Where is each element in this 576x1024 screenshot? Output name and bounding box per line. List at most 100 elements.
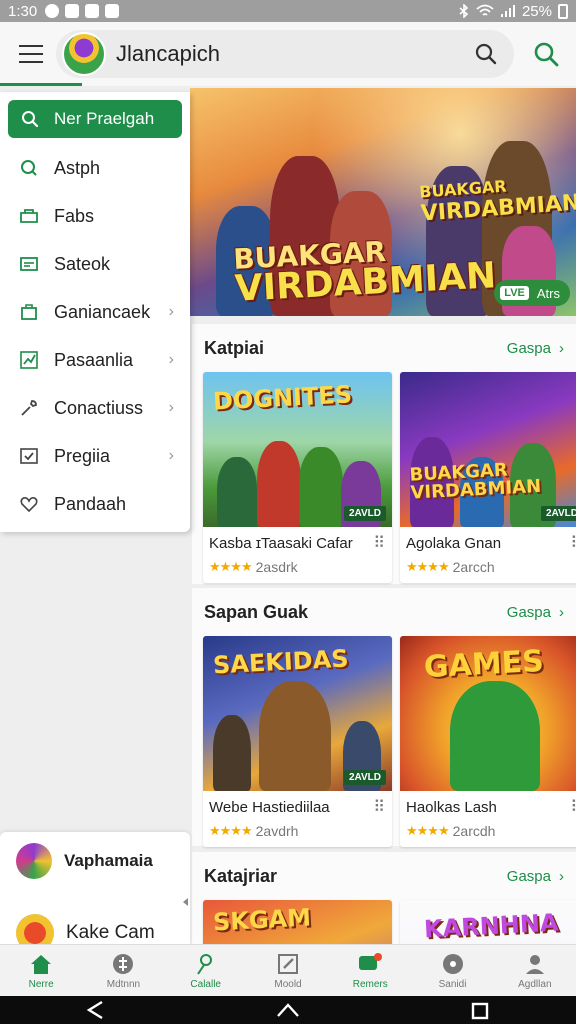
hamburger-line <box>19 45 43 47</box>
see-more-link[interactable]: Gaspa › <box>507 604 564 621</box>
star-rating-icon: ★★★★ <box>209 823 253 838</box>
game-card[interactable]: SAEKIDAS 2AVLD Webe Hastiediilaa ⠿ ★★★★ … <box>203 636 392 847</box>
live-badge[interactable]: LVE Atrs <box>494 280 570 306</box>
drawer-search-button[interactable]: Ner Praelgah <box>8 100 182 138</box>
chevron-right-icon: › <box>168 303 174 320</box>
drawer-item[interactable]: Astph <box>0 144 190 192</box>
game-artwork: SAEKIDAS 2AVLD <box>203 636 392 791</box>
main-content: BUAKGAR VIRDABMIAN BUAKGAR VIRDABMIAN LV… <box>190 88 576 944</box>
see-more-label: Gaspa <box>506 603 551 621</box>
bottom-navigation: Nerre Mdtnnn Calalle Moold Remers Sanidi… <box>0 944 576 996</box>
game-name: Haolkas Lash <box>406 798 497 816</box>
art-figure <box>257 441 301 527</box>
chevron-right-icon: › <box>559 603 564 621</box>
scroll-left-icon[interactable] <box>183 898 188 906</box>
chat-icon <box>357 951 383 977</box>
battery-percent: 25% <box>521 2 552 20</box>
game-card[interactable]: BUAKGAR VIRDABMIAN 2AVLD Agolaka Gnan ⠿ … <box>400 372 576 583</box>
profile-secondary-name: Kake Cam <box>66 922 155 943</box>
game-name: Agolaka Gnan <box>406 534 502 552</box>
profile-name: Vaphamaia <box>64 851 153 870</box>
drawer-item-label: Pregiia <box>54 445 111 466</box>
card-name-row: Agolaka Gnan ⠿ <box>406 533 576 553</box>
game-card[interactable]: GAMES Haolkas Lash ⠿ ★★★★ 2arcdh <box>400 636 576 847</box>
chevron-right-icon: › <box>168 447 174 464</box>
message-icon <box>85 4 100 18</box>
art-title: GAMES <box>423 643 545 686</box>
folder-icon <box>18 205 40 227</box>
chart-icon <box>18 349 40 371</box>
more-options-icon[interactable]: ⠿ <box>373 533 386 553</box>
drawer-item[interactable]: Conactiuss › <box>0 384 190 432</box>
app-search-bar[interactable]: Jlancapich <box>56 30 514 78</box>
tool-icon <box>18 397 40 419</box>
game-name: Kasba ɪTaasaki Cafar <box>209 534 353 552</box>
more-options-icon[interactable]: ⠿ <box>570 533 576 553</box>
nav-compass[interactable]: Mdtnnn <box>82 945 164 996</box>
recents-icon[interactable] <box>466 999 494 1021</box>
section-header: Sapan Guak Gaspa › <box>192 588 576 636</box>
nav-label: Nerre <box>28 979 54 990</box>
featured-banner[interactable]: BUAKGAR VIRDABMIAN BUAKGAR VIRDABMIAN LV… <box>190 88 576 316</box>
see-more-link[interactable]: Gaspa › <box>507 868 564 885</box>
art-figure <box>450 681 540 791</box>
drawer-item[interactable]: Pandaah <box>0 480 190 528</box>
nav-account[interactable]: Agdllan <box>494 945 576 996</box>
card-row: SAEKIDAS 2AVLD Webe Hastiediilaa ⠿ ★★★★ … <box>192 636 576 847</box>
chevron-right-icon: › <box>168 351 174 368</box>
see-more-link[interactable]: Gaspa › <box>507 340 564 357</box>
chevron-right-icon: › <box>559 339 564 357</box>
back-icon[interactable] <box>82 999 110 1021</box>
nav-edit[interactable]: Moold <box>247 945 329 996</box>
bluetooth-icon <box>459 4 469 18</box>
search-button-icon[interactable] <box>530 38 562 70</box>
nav-person[interactable]: Calalle <box>165 945 247 996</box>
drawer-item[interactable]: Sateok <box>0 240 190 288</box>
drawer-item[interactable]: Fabs <box>0 192 190 240</box>
nav-label: Remers <box>352 979 388 990</box>
search-icon[interactable] <box>472 40 500 68</box>
app-bar: Jlancapich <box>0 22 576 86</box>
nav-home[interactable]: Nerre <box>0 945 82 996</box>
rating-row: ★★★★ 2arcch <box>406 559 576 575</box>
rating-text: 2avdrh <box>255 823 299 839</box>
nav-circle[interactable]: Sanidi <box>411 945 493 996</box>
art-badge: 2AVLD <box>540 506 576 521</box>
game-card[interactable]: KARNHNA <box>400 900 576 944</box>
art-title: DOGNITES <box>212 380 353 416</box>
rating-text: 2arcdh <box>452 823 496 839</box>
menu-underline <box>0 83 82 86</box>
home-button-icon[interactable] <box>274 999 302 1021</box>
nav-label: Agdllan <box>518 979 552 990</box>
wifi-icon <box>476 4 494 16</box>
drawer-item[interactable]: Ganiancaek › <box>0 288 190 336</box>
more-options-icon[interactable]: ⠿ <box>570 797 576 817</box>
profile-card[interactable]: Vaphamaia Kake Cam <box>0 832 190 944</box>
art-figure <box>259 681 331 791</box>
art-figure <box>213 715 251 791</box>
more-options-icon[interactable]: ⠿ <box>373 797 386 817</box>
nav-chat[interactable]: Remers <box>329 945 411 996</box>
see-more-label: Gaspa <box>506 867 551 885</box>
account-icon <box>522 951 548 977</box>
edit-icon <box>275 951 301 977</box>
live-text: Atrs <box>536 285 560 301</box>
system-navigation <box>0 996 576 1024</box>
game-card[interactable]: SKGAM <box>203 900 392 944</box>
drawer-item[interactable]: Pasaanlia › <box>0 336 190 384</box>
game-card[interactable]: DOGNITES 2AVLD Kasba ɪTaasaki Cafar ⠿ ★★… <box>203 372 392 583</box>
lock-icon <box>105 4 120 18</box>
section-title: Katpiai <box>204 337 265 358</box>
banner-logo: BUAKGAR VIRDABMIAN <box>233 231 498 310</box>
rating-row: ★★★★ 2avdrh <box>209 823 386 839</box>
search-icon <box>18 157 40 179</box>
section-header: Katpiai Gaspa › <box>192 324 576 372</box>
drawer-item-label: Pasaanlia <box>54 349 134 370</box>
card-name-row: Kasba ɪTaasaki Cafar ⠿ <box>209 533 386 553</box>
art-title: KARNHNA <box>423 908 560 944</box>
game-artwork: DOGNITES 2AVLD <box>203 372 392 527</box>
game-artwork: KARNHNA <box>400 900 576 944</box>
art-title: SKGAM <box>212 903 312 937</box>
drawer-item[interactable]: Pregiia › <box>0 432 190 480</box>
menu-button[interactable] <box>0 22 62 86</box>
